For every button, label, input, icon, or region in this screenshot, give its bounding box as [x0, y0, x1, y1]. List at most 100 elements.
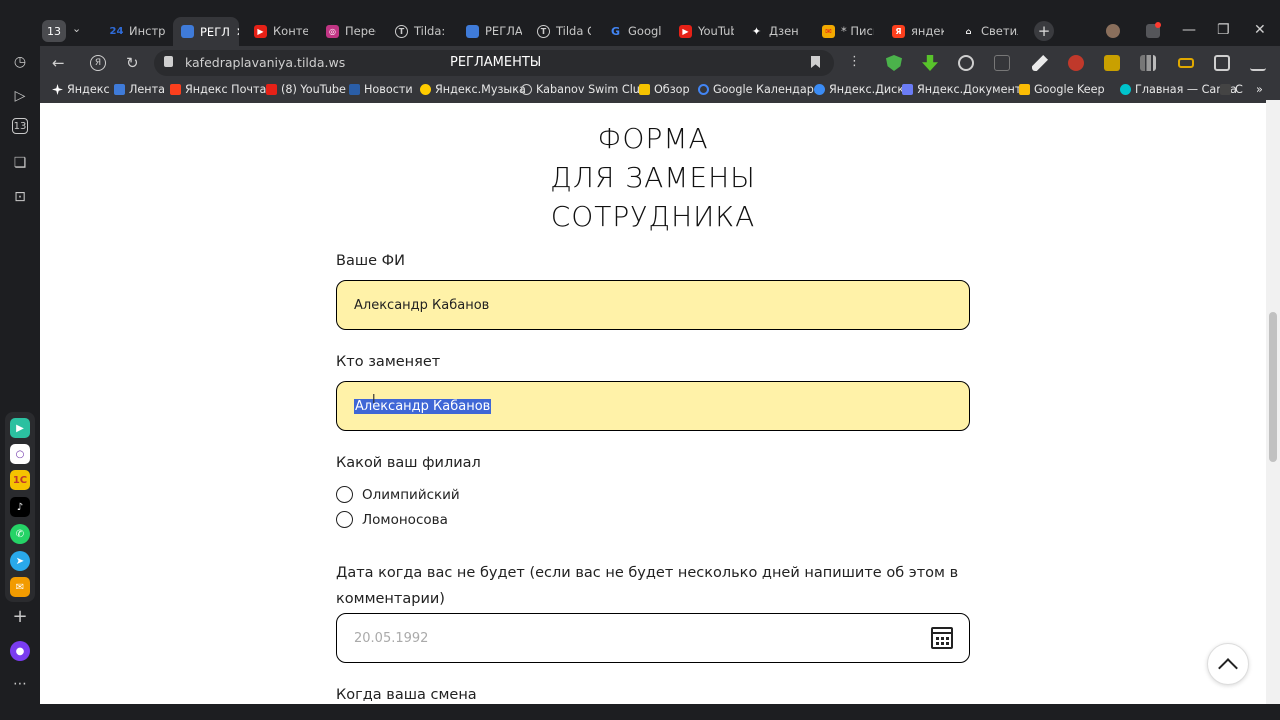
tab-youtube[interactable]: ▶ YouTub	[679, 20, 734, 42]
branch-option-lomonosova[interactable]: Ломоносова	[336, 511, 448, 528]
tab-yandex[interactable]: Я яндекс	[892, 20, 944, 42]
new-tab-button[interactable]: +	[1034, 21, 1054, 41]
tab-label: Tilda Cl	[556, 24, 591, 38]
window-bottom-edge	[40, 704, 1280, 720]
app-whatsapp-icon[interactable]: ✆	[10, 524, 30, 544]
restore-icon[interactable]: ❐	[1217, 22, 1230, 38]
download-extension-icon[interactable]	[922, 55, 938, 71]
app-sport-icon[interactable]: ○	[10, 444, 30, 464]
app-messenger-icon[interactable]: ▶	[10, 418, 30, 438]
adguard-icon[interactable]	[886, 55, 902, 71]
tab-dzen[interactable]: ✦ Дзен	[750, 20, 798, 42]
sidebar-more-icon[interactable]: ⋯	[8, 672, 32, 696]
replacer-label: Кто заменяет	[336, 354, 441, 370]
app-1c-icon[interactable]: 1С	[10, 470, 30, 490]
bookmark-google-calendar[interactable]: Google Календарь	[698, 83, 820, 96]
tab-instagram[interactable]: ◎ Пересі	[326, 20, 376, 42]
tab-favicon-icon: ⌂	[965, 26, 972, 36]
cs-icon	[1220, 84, 1231, 95]
tab-count-icon[interactable]: 13	[12, 118, 28, 134]
bookmark-google-keep[interactable]: Google Keep	[1019, 83, 1105, 96]
bookmark-music[interactable]: Яндекс.Музыка	[420, 83, 526, 96]
tab-favicon-icon	[181, 25, 194, 38]
scroll-to-top-button[interactable]	[1207, 643, 1249, 685]
sidebar: ◷ ▷ 13 ❏ ⊡ ▶ ○ 1С ♪ ✆ ➤ ✉ + ● ⋯	[0, 0, 40, 720]
url-text[interactable]: kafedraplavaniya.tilda.ws	[185, 55, 345, 70]
scrollbar-thumb[interactable]	[1269, 312, 1277, 462]
screenshot-icon[interactable]: ⊡	[8, 185, 32, 209]
extension-cross-icon[interactable]	[994, 55, 1010, 71]
bookmark-news[interactable]: Новости	[349, 83, 413, 96]
radio-label: Олимпийский	[362, 486, 460, 503]
app-tiktok-icon[interactable]: ♪	[10, 497, 30, 517]
collections-icon[interactable]: ❏	[8, 151, 32, 175]
date-input[interactable]: 20.05.1992	[336, 613, 970, 663]
bookmark-yandex-disk[interactable]: Яндекс.Диск	[814, 83, 904, 96]
tab-tilda-2[interactable]: T Tilda Cl	[537, 20, 591, 42]
tab-close-icon[interactable]: ✕	[236, 25, 239, 39]
branch-label: Какой ваш филиал	[336, 455, 481, 471]
eyedropper-icon[interactable]	[1032, 55, 1048, 71]
bookmark-yandex-mail[interactable]: Яндекс Почта	[170, 83, 266, 96]
bookmark-youtube[interactable]: (8) YouTube	[266, 83, 346, 96]
instagram-icon: ◎	[326, 24, 339, 38]
puzzle-icon[interactable]	[1214, 55, 1230, 71]
reload-icon[interactable]: ↻	[126, 54, 139, 72]
tab-label: яндекс	[911, 24, 944, 38]
add-app-icon[interactable]: +	[8, 604, 32, 628]
downloads-icon[interactable]	[1250, 55, 1266, 71]
app-mail-icon[interactable]: ✉	[10, 577, 30, 597]
replacer-input[interactable]: Александр Кабанов	[336, 381, 970, 431]
bookmark-c[interactable]: C	[1220, 83, 1243, 96]
page-scrollbar[interactable]	[1266, 100, 1280, 704]
tab-instr[interactable]: 24 Инстр	[110, 20, 168, 42]
tab-counter[interactable]: 13	[42, 20, 66, 42]
music-sun-icon	[420, 84, 431, 95]
bookmark-yandex[interactable]: Яндекс	[52, 83, 110, 96]
signal-icon[interactable]	[1140, 55, 1156, 71]
tab-label: РЕГЛАМ	[485, 24, 522, 38]
bookmark-yandex-docs[interactable]: Яндекс.Документ	[902, 83, 1021, 96]
tab-content[interactable]: ▶ Конте	[254, 20, 308, 42]
youtube-icon	[266, 84, 277, 95]
bookmark-kabanov[interactable]: Kabanov Swim Clu	[521, 83, 640, 96]
battery-icon[interactable]	[1178, 58, 1194, 68]
alice-assistant-icon[interactable]: ●	[10, 641, 30, 661]
radio-label: Ломоносова	[362, 511, 448, 528]
tab-reglamenty[interactable]: РЕГЛ ✕	[173, 17, 239, 46]
page-content: ФОРМА ДЛЯ ЗАМЕНЫ СОТРУДНИКА Ваше ФИ Алек…	[40, 100, 1266, 704]
play-icon[interactable]: ▷	[8, 84, 32, 108]
minimize-icon[interactable]: —	[1182, 22, 1196, 38]
form-title-line: ФОРМА	[597, 122, 709, 155]
account-avatar[interactable]	[1106, 24, 1120, 38]
back-icon[interactable]: ←	[52, 54, 65, 72]
bookmark-lenta[interactable]: Лента	[114, 83, 165, 96]
date-label: Дата когда вас не будет (если вас не буд…	[336, 565, 959, 607]
app-telegram-icon[interactable]: ➤	[10, 551, 30, 571]
calendar-icon[interactable]	[931, 627, 953, 649]
tab-svetil[interactable]: ⌂ Светил	[962, 20, 1018, 42]
close-window-icon[interactable]: ✕	[1254, 22, 1266, 38]
history-icon[interactable]: ◷	[8, 50, 32, 74]
text-cursor-icon: I	[372, 392, 376, 406]
tab-google[interactable]: G Google	[609, 20, 661, 42]
yandex-logo-icon[interactable]: Я	[90, 55, 106, 71]
tab-label: Светил	[981, 24, 1018, 38]
name-input[interactable]: Александр Кабанов	[336, 280, 970, 330]
ladybug-icon[interactable]	[1068, 55, 1084, 71]
tab-tilda-1[interactable]: T Tilda: Р	[395, 20, 447, 42]
vpn-globe-icon[interactable]	[958, 55, 974, 71]
google-icon	[698, 84, 709, 95]
tab-reglam-2[interactable]: РЕГЛАМ	[466, 20, 522, 42]
tab-label: Инстр	[129, 24, 166, 38]
branch-option-olimpiysky[interactable]: Олимпийский	[336, 486, 460, 503]
tabs-dropdown-icon[interactable]: ⌄	[72, 22, 81, 35]
bookmarks-overflow-icon[interactable]: »	[1256, 83, 1263, 96]
bookmark-review[interactable]: Обзор	[639, 83, 690, 96]
vk-icon	[349, 84, 360, 95]
chevron-up-icon	[1218, 658, 1238, 678]
more-menu-icon[interactable]: ⋮	[848, 54, 861, 69]
tab-label: Пересі	[345, 24, 376, 38]
percent-icon[interactable]	[1104, 55, 1120, 71]
tab-mail[interactable]: ✉ * Письм	[822, 20, 874, 42]
